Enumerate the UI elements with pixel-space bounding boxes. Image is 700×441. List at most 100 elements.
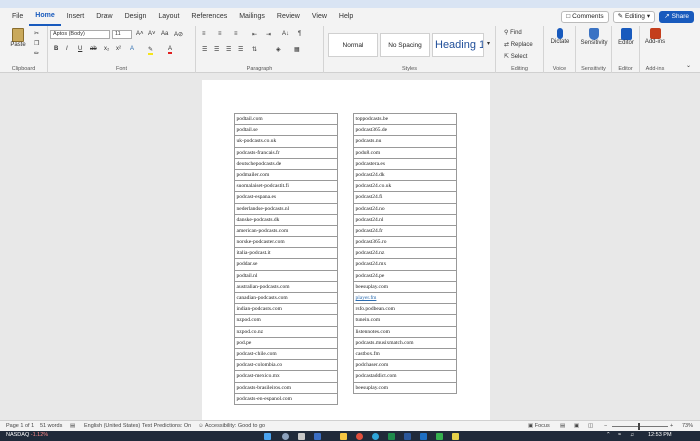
table-cell[interactable]: podcasts.musixmatch.com — [354, 338, 456, 349]
subscript-icon[interactable]: x₂ — [104, 46, 109, 52]
table-cell[interactable]: podcast24.no — [354, 204, 456, 215]
table-cell[interactable]: castbox.fm — [354, 349, 456, 361]
menu-help[interactable]: Help — [333, 8, 359, 26]
table-cell[interactable]: american-podcasts.com — [235, 226, 337, 238]
styles-more-icon[interactable]: ▾ — [487, 40, 490, 47]
table-cell[interactable]: podcast365.ro — [354, 237, 456, 249]
table-cell[interactable]: podcast24.dk — [354, 170, 456, 182]
file-explorer-icon[interactable] — [340, 433, 347, 440]
table-cell[interactable]: norske-podcaster.com — [235, 237, 337, 249]
menu-view[interactable]: View — [306, 8, 333, 26]
font-size-dropdown[interactable]: 11 — [112, 30, 132, 39]
chrome-icon[interactable] — [356, 433, 363, 440]
table-cell[interactable]: pod.pe — [235, 338, 337, 349]
outlook-icon[interactable] — [420, 433, 427, 440]
menu-mailings[interactable]: Mailings — [233, 8, 271, 26]
document-page[interactable]: podtail.com podtail.se uk-podcasts.co.uk po… — [202, 80, 490, 420]
increase-indent-icon[interactable]: ⇥ — [266, 31, 271, 38]
word-count[interactable]: 51 words — [40, 423, 62, 429]
replace-button[interactable]: ⇄ Replace — [504, 41, 533, 48]
style-normal[interactable]: Normal — [328, 33, 378, 57]
line-spacing-icon[interactable]: ⇅ — [252, 46, 257, 53]
borders-icon[interactable]: ▦ — [294, 46, 300, 53]
table-cell[interactable]: podtail.se — [235, 125, 337, 137]
format-painter-icon[interactable]: ✏ — [34, 50, 39, 57]
table-cell[interactable]: podcast24.nl — [354, 215, 456, 226]
table-cell[interactable]: podcast365.de — [354, 125, 456, 137]
table-cell[interactable]: podcast24.fi — [354, 192, 456, 204]
windows-start-icon[interactable] — [264, 433, 271, 440]
menu-layout[interactable]: Layout — [152, 8, 185, 26]
table-cell[interactable]: podcasts-brasileiros.com — [235, 383, 337, 394]
table-cell[interactable]: podcast-espana.es — [235, 192, 337, 204]
wifi-icon[interactable]: ≈ — [618, 432, 621, 438]
addins-button[interactable]: Add-ins — [642, 28, 668, 45]
editor-button[interactable]: Editor — [614, 28, 638, 46]
web-layout-icon[interactable]: ◫ — [588, 423, 593, 429]
table-cell[interactable]: podcast-colombia.co — [235, 360, 337, 372]
table-cell[interactable]: podcastera.es — [354, 159, 456, 170]
table-cell[interactable]: podcast-chile.com — [235, 349, 337, 361]
table-cell[interactable]: nederlandse-podcasts.nl — [235, 204, 337, 215]
menu-insert[interactable]: Insert — [61, 8, 91, 26]
table-cell[interactable]: podu8.com — [354, 148, 456, 159]
cut-icon[interactable]: ✂ — [34, 30, 39, 37]
table-cell[interactable]: beesuplay.com — [354, 383, 456, 394]
table-cell[interactable]: podcast24.pe — [354, 271, 456, 282]
share-button[interactable]: ↗ Share — [659, 11, 694, 23]
table-cell[interactable]: podmailer.com — [235, 170, 337, 182]
table-cell[interactable]: podcast24.fr — [354, 226, 456, 238]
zoom-slider[interactable] — [612, 426, 668, 427]
multilevel-list-icon[interactable]: ≡ — [234, 31, 238, 37]
menu-draw[interactable]: Draw — [90, 8, 118, 26]
table-cell[interactable]: italia-podcast.it — [235, 248, 337, 260]
focus-button[interactable]: ▣ Focus — [528, 423, 550, 429]
task-view-icon[interactable] — [298, 433, 305, 440]
table-cell[interactable]: toppodcasts.be — [354, 114, 456, 126]
find-button[interactable]: ⚲ Find — [504, 29, 522, 36]
bold-icon[interactable]: B — [54, 46, 58, 52]
zoom-level[interactable]: 73% — [682, 423, 693, 429]
shrink-font-icon[interactable]: A˅ — [148, 31, 156, 37]
table-cell[interactable]: podcasts-en-espanol.com — [235, 394, 337, 405]
menu-file[interactable]: File — [6, 8, 29, 26]
table-cell[interactable]: podchaser.com — [354, 360, 456, 372]
search-icon[interactable] — [282, 433, 289, 440]
table-cell[interactable]: indian-podcasts.com — [235, 304, 337, 316]
table-cell[interactable]: uk-podcasts.co.uk — [235, 136, 337, 148]
read-mode-icon[interactable]: ▤ — [560, 423, 565, 429]
table-cell[interactable]: listennotes.com — [354, 327, 456, 338]
style-heading-1[interactable]: Heading 1 — [432, 33, 484, 57]
sort-icon[interactable]: A↓ — [282, 31, 289, 37]
notes-icon[interactable] — [452, 433, 459, 440]
table-cell[interactable]: podcastaddict.com — [354, 371, 456, 383]
font-name-dropdown[interactable]: Aptos (Body) — [50, 30, 110, 39]
justify-icon[interactable]: ☰ — [238, 46, 243, 53]
word-icon[interactable] — [404, 433, 411, 440]
paste-button[interactable]: Paste — [8, 28, 28, 48]
table-cell[interactable]: podtail.nl — [235, 271, 337, 282]
table-cell[interactable]: australian-podcasts.com — [235, 282, 337, 293]
table-cell[interactable]: suomalaiset-podcastit.fi — [235, 181, 337, 193]
editing-mode-button[interactable]: ✎ Editing ▾ — [612, 11, 656, 23]
highlight-icon[interactable]: ✎ — [148, 46, 154, 55]
table-cell[interactable]: nzpod.com — [235, 315, 337, 327]
zoom-out-icon[interactable]: − — [604, 423, 607, 429]
table-cell[interactable]: beesuplay.com — [354, 282, 456, 293]
menu-design[interactable]: Design — [119, 8, 153, 26]
volume-icon[interactable]: ♫ — [630, 432, 634, 438]
table-cell[interactable]: podcasts.nu — [354, 136, 456, 148]
clear-formatting-icon[interactable]: A⊘ — [174, 31, 183, 38]
show-marks-icon[interactable]: ¶ — [298, 31, 301, 37]
decrease-indent-icon[interactable]: ⇤ — [252, 31, 257, 38]
table-cell[interactable]: poddar.se — [235, 259, 337, 271]
table-cell[interactable]: podcast24.co.uk — [354, 181, 456, 193]
zoom-slider-thumb[interactable] — [638, 423, 640, 430]
underline-icon[interactable]: U — [78, 46, 82, 52]
strikethrough-icon[interactable]: ab — [90, 46, 97, 52]
widgets-icon[interactable] — [314, 433, 321, 440]
table-cell[interactable]: podcast24.mx — [354, 259, 456, 271]
font-color-icon[interactable]: A — [168, 46, 173, 54]
shading-icon[interactable]: ◈ — [276, 46, 281, 53]
table-cell[interactable]: canadian-podcasts.com — [235, 293, 337, 305]
